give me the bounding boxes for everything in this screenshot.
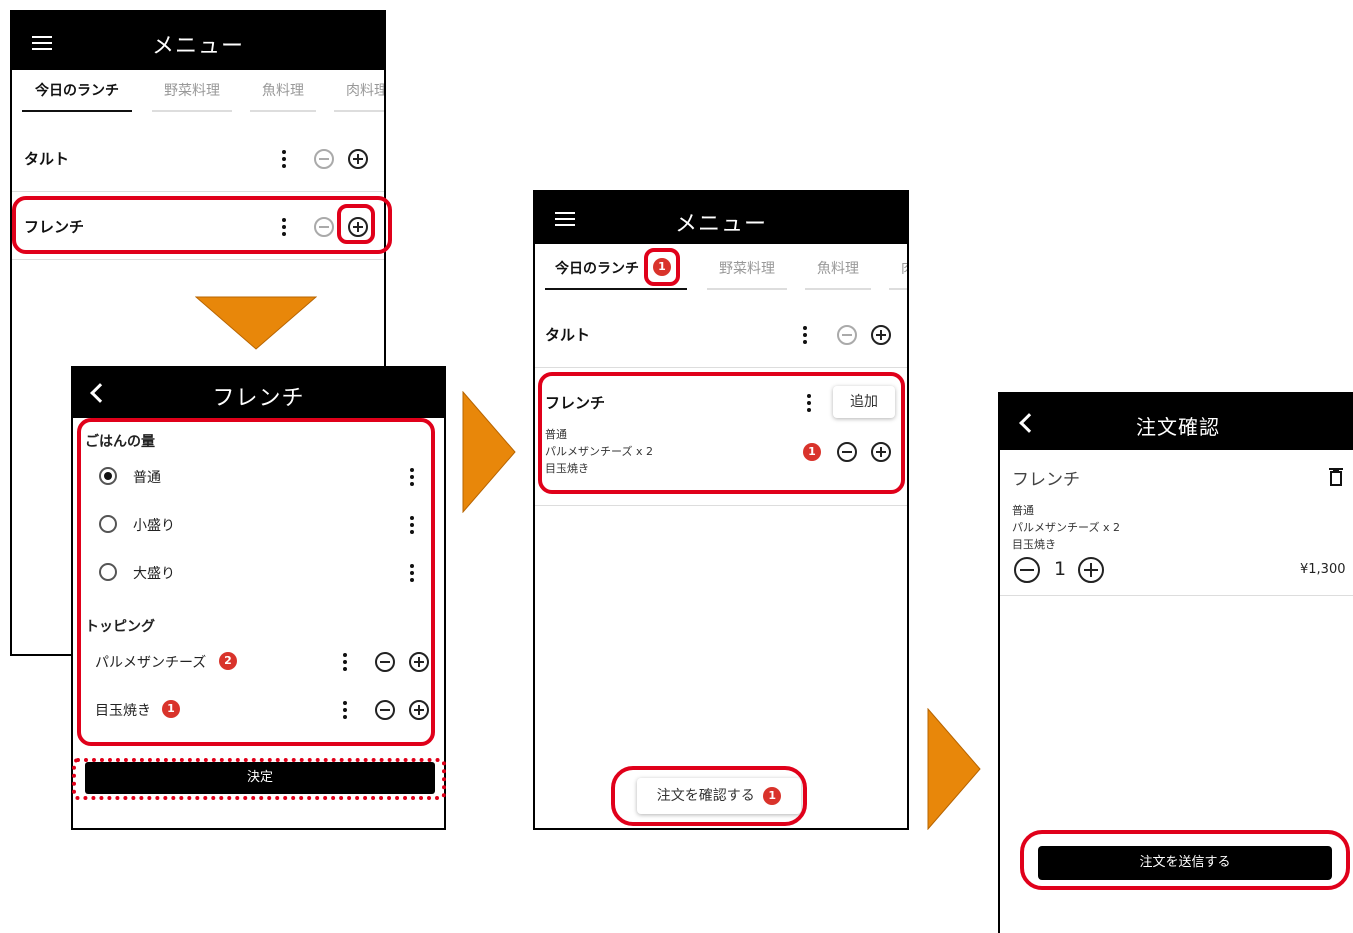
menu-item-tart[interactable]: タルト: [12, 124, 384, 192]
tab-meat[interactable]: 肉: [889, 258, 907, 290]
menu-item-tart[interactable]: タルト: [535, 302, 907, 368]
screen2-appbar: フレンチ: [73, 368, 444, 418]
highlight-tab-badge: [644, 248, 680, 286]
highlight-submit-order: [1020, 830, 1350, 890]
tab-fish[interactable]: 魚料理: [250, 80, 316, 112]
tab-vegetables[interactable]: 野菜料理: [707, 258, 787, 290]
detail-line: パルメザンチーズ x 2: [1012, 521, 1120, 534]
plus-circle-icon[interactable]: [348, 149, 368, 169]
minus-circle-icon[interactable]: [1014, 557, 1040, 583]
tab-label: 今日のランチ: [555, 261, 639, 277]
screen3-menu-updated: メニュー 今日のランチ 1 野菜料理 魚料理 肉 タルト フレンチ 追加 普通 …: [533, 190, 909, 830]
tab-todays-lunch[interactable]: 今日のランチ: [22, 80, 132, 112]
price-value: ¥1,300: [1300, 562, 1346, 577]
highlight-plus-button: [337, 204, 375, 244]
minus-circle-icon[interactable]: [837, 325, 857, 345]
tab-meat[interactable]: 肉料理: [334, 80, 384, 112]
trash-icon[interactable]: [1328, 468, 1344, 486]
more-options-icon[interactable]: [803, 326, 807, 344]
quantity-value: 1: [1054, 558, 1067, 580]
right-arrow-icon: [462, 391, 516, 513]
screen4-appbar: 注文確認: [1000, 394, 1353, 450]
plus-circle-icon[interactable]: [871, 325, 891, 345]
detail-line: 普通: [1012, 504, 1034, 517]
minus-circle-icon[interactable]: [314, 149, 334, 169]
tab-vegetables[interactable]: 野菜料理: [152, 80, 232, 112]
order-item-name: フレンチ: [1012, 470, 1080, 490]
tab-fish[interactable]: 魚料理: [805, 258, 871, 290]
highlight-decide-button: [72, 758, 446, 800]
detail-line: 目玉焼き: [1012, 538, 1056, 551]
screen4-title: 注文確認: [1136, 415, 1220, 439]
highlight-french-row: [12, 196, 392, 254]
highlight-confirm-order: [611, 766, 807, 826]
screen2-title: フレンチ: [212, 386, 305, 411]
more-options-icon[interactable]: [282, 150, 286, 168]
menu-item-label: タルト: [24, 150, 70, 168]
right-arrow-icon: [927, 708, 981, 830]
highlight-french-details: [538, 372, 905, 494]
down-arrow-icon: [195, 296, 317, 350]
highlight-options-panel: [77, 418, 435, 746]
screen3-appbar: メニュー: [535, 192, 907, 244]
plus-circle-icon[interactable]: [1078, 557, 1104, 583]
order-details: 普通 パルメザンチーズ x 2 目玉焼き: [1012, 502, 1120, 553]
screen1-appbar: メニュー: [12, 12, 384, 70]
screen1-title: メニュー: [151, 34, 244, 59]
menu-item-label: タルト: [545, 326, 591, 344]
order-item: フレンチ 普通 パルメザンチーズ x 2 目玉焼き 1 ¥1,300: [1000, 450, 1353, 596]
screen3-title: メニュー: [674, 212, 767, 237]
